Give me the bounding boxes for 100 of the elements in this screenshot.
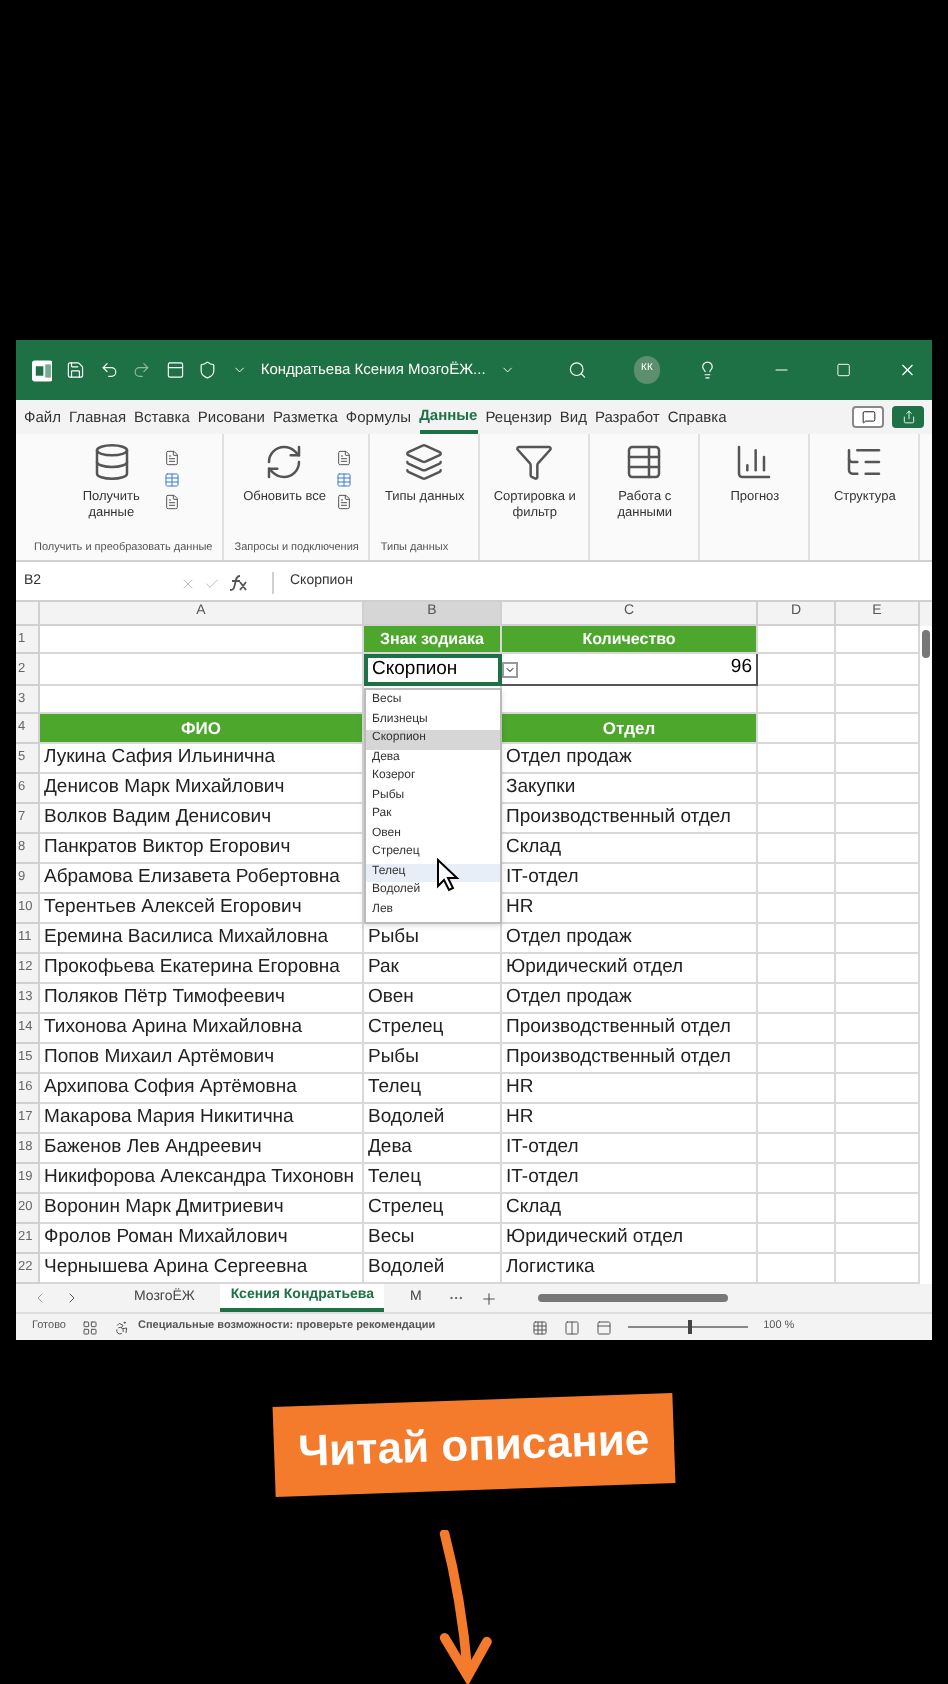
table-cell: Юридический отдел: [502, 954, 758, 984]
header-cell: Отдел: [502, 714, 758, 744]
empty-cell: [836, 686, 920, 714]
empty-cell: [758, 1134, 836, 1164]
table-cell: Рыбы: [364, 1044, 502, 1074]
undo-icon: [99, 360, 119, 380]
shield-icon: [198, 360, 218, 380]
table-cell: Телец: [364, 1074, 502, 1104]
table-cell: HR: [502, 894, 758, 924]
table-cell: IT-отдел: [502, 1134, 758, 1164]
empty-cell: [758, 1104, 836, 1134]
dropdown-button[interactable]: [502, 661, 518, 677]
empty-cell: [758, 834, 836, 864]
empty-cell: [836, 834, 920, 864]
search-icon: [568, 360, 588, 380]
document-icon: [336, 494, 353, 510]
empty-cell: [758, 774, 836, 804]
table-cell: Весы: [364, 1224, 502, 1254]
empty-cell: [758, 1164, 836, 1194]
table-icon: [336, 472, 353, 488]
empty-cell: [836, 1044, 920, 1074]
selected-cell[interactable]: Скорпион: [364, 654, 502, 686]
database-icon: [91, 442, 132, 482]
header-cell: Знак зодиака: [364, 626, 502, 654]
lightbulb-icon: [698, 360, 718, 380]
empty-cell: [758, 1224, 836, 1254]
empty-cell: [836, 924, 920, 954]
comments-button[interactable]: [852, 406, 884, 428]
table-cell: Денисов Марк Михайлович: [40, 774, 364, 804]
table-cell: Рак: [364, 954, 502, 984]
table-cell: Фролов Роман Михайлович: [40, 1224, 364, 1254]
page-break-icon: [595, 1319, 612, 1335]
empty-cell: [758, 686, 836, 714]
table-cell: HR: [502, 1104, 758, 1134]
table-cell: Макарова Мария Никитична: [40, 1104, 364, 1134]
table-cell: Отдел продаж: [502, 984, 758, 1014]
share-button[interactable]: [892, 406, 924, 428]
empty-cell: [836, 984, 920, 1014]
horizontal-scrollbar[interactable]: [537, 1294, 728, 1302]
empty-cell: [758, 924, 836, 954]
table-cell: Поляков Пётр Тимофеевич: [40, 984, 364, 1014]
table-cell: Производственный отдел: [502, 1044, 758, 1074]
empty-cell: [836, 864, 920, 894]
enter-icon: [204, 575, 220, 591]
table-cell: Стрелец: [364, 1194, 502, 1224]
table-cell: Склад: [502, 1194, 758, 1224]
previous-sheet-icon: [32, 1290, 48, 1306]
empty-cell: [758, 894, 836, 924]
empty-cell: [836, 1164, 920, 1194]
caption-banner: Читай описание: [272, 1393, 676, 1497]
chart-icon: [734, 442, 775, 482]
empty-cell: [758, 1194, 836, 1224]
document-icon: [163, 450, 180, 466]
table-cell: Терентьев Алексей Егорович: [40, 894, 364, 924]
table-icon: [163, 472, 180, 488]
chevron-icon: [499, 362, 515, 378]
table-cell: Производственный отдел: [502, 1014, 758, 1044]
empty-cell: [758, 1044, 836, 1074]
header-cell: Количество: [502, 626, 758, 654]
empty-cell: [836, 714, 920, 744]
pointer-icon: [436, 858, 460, 892]
zoom-thumb[interactable]: [687, 1320, 692, 1334]
empty-cell: [836, 1014, 920, 1044]
table-icon: [624, 442, 665, 482]
empty-cell: [836, 1134, 920, 1164]
spreadsheet-logo-icon: [32, 359, 53, 381]
table-cell: IT-отдел: [502, 1164, 758, 1194]
layers-icon: [404, 442, 445, 482]
table-cell: Юридический отдел: [502, 1224, 758, 1254]
empty-cell: [836, 894, 920, 924]
function-icon[interactable]: [228, 574, 248, 592]
header-cell: ФИО: [40, 714, 364, 744]
table-cell-text: 96: [730, 654, 754, 683]
empty-cell: [836, 654, 920, 686]
empty-cell: [836, 774, 920, 804]
table-cell: Лукина Сафия Ильинична: [40, 744, 364, 774]
save-icon: [66, 360, 86, 380]
table-cell: Баженов Лев Андреевич: [40, 1134, 364, 1164]
table-cell: Никифорова Александра Тихоновн: [40, 1164, 364, 1194]
table-cell: Прокофьева Екатерина Егоровна: [40, 954, 364, 984]
scrollbar[interactable]: [922, 630, 930, 658]
table-cell: Архипова София Артёмовна: [40, 1074, 364, 1104]
refresh-icon: [264, 442, 305, 482]
table-cell: Еремина Василиса Михайловна: [40, 924, 364, 954]
maximize-icon: [836, 362, 852, 378]
empty-cell: [836, 1224, 920, 1254]
empty-cell: [758, 654, 836, 686]
next-sheet-icon: [64, 1290, 80, 1306]
empty-cell: [836, 1194, 920, 1224]
macro-icon: [81, 1319, 98, 1335]
empty-cell: [836, 804, 920, 834]
touch-mode-icon: [165, 360, 185, 380]
empty-cell: [836, 744, 920, 774]
empty-cell: [836, 1104, 920, 1134]
close-icon: [897, 360, 917, 380]
table-cell: Стрелец: [364, 1014, 502, 1044]
table-cell: Тихонова Арина Михайловна: [40, 1014, 364, 1044]
redo-icon: [132, 360, 152, 380]
empty-cell: [758, 984, 836, 1014]
table-cell: Овен: [364, 984, 502, 1014]
